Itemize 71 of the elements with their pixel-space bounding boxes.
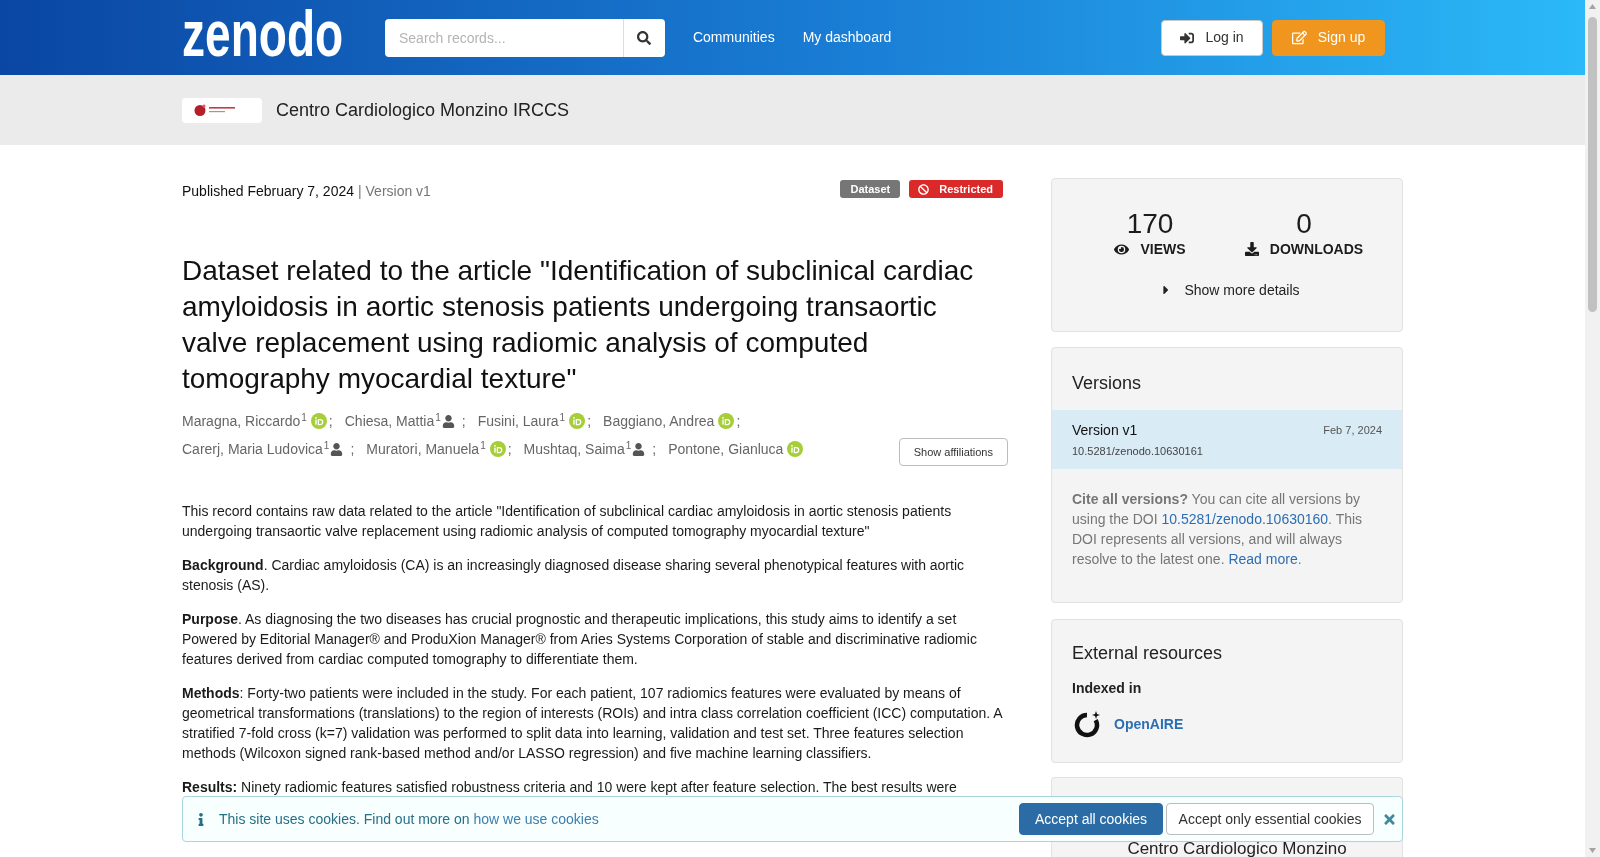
orcid-icon[interactable] [787, 441, 804, 457]
sign-in-icon [1180, 30, 1195, 45]
orcid-icon[interactable] [569, 413, 586, 429]
stat-label: DOWNLOADS [1269, 241, 1364, 257]
person-icon [632, 442, 646, 456]
close-icon [1382, 811, 1396, 827]
separator: ; [507, 439, 512, 459]
author-name[interactable]: Muratori, Manuela$^{1}$ [366, 439, 486, 459]
author-name[interactable]: Chiesa, Mattia$^{1}$ [344, 411, 441, 431]
indexed-in-label: Indexed in [1072, 679, 1143, 698]
show-affiliations-button[interactable]: Show affiliations [898, 438, 1008, 466]
edit-icon [1291, 30, 1307, 45]
separator: ; [652, 439, 657, 459]
cite-all-versions-note: Cite all versions? You can cite all versions by using the DOI 10.5281/zenodo.10630160. This DOI represents all versions, and will always resolve to the latest one. Read more. [1071, 490, 1364, 569]
orcid-icon[interactable] [310, 413, 327, 429]
orcid-icon[interactable] [489, 441, 506, 457]
search-button[interactable] [622, 18, 665, 57]
community-card-title[interactable]: Centro Cardiologico Monzino [1127, 840, 1347, 857]
search-field[interactable]: Search records... [384, 18, 623, 57]
scrollbar[interactable] [1585, 0, 1600, 857]
community-logo[interactable] [182, 97, 262, 123]
search-icon [637, 30, 652, 45]
stat-label: VIEWS [1140, 241, 1186, 257]
accept-all-button[interactable]: Accept all cookies [1019, 803, 1163, 835]
author-name[interactable]: Mushtaq, Saima$^{1}$ [523, 439, 632, 459]
cookie-notice: This site uses cookies. Find out more on how we use cookies [219, 810, 599, 829]
orcid-icon[interactable] [718, 413, 735, 429]
external-resources-heading: External resources [1072, 642, 1224, 665]
indexed-in-link[interactable]: OpenAIRE [1114, 713, 1184, 735]
separator: ; [350, 439, 355, 459]
version-date: Feb 7, 2024 [1323, 423, 1382, 438]
description-paragraph: Purpose. As diagnosing the two diseases has crucial prognostic and therapeutic implications, this study aims to identify a set Powered by Editorial Manager® and ProduXion Manager® from Aries Systems Corporation of stable and discriminative radiomic features derived from cardiac computed tomography to differentiate them. [182, 610, 978, 669]
author-name[interactable]: Baggiano, Andrea [603, 411, 715, 431]
person-icon [441, 414, 455, 428]
show-details-toggle[interactable]: Show more details [1162, 280, 1300, 300]
record-title: Dataset related to the article "Identification of subclinical cardiac amyloidosis in aortic stenosis patients undergoing transaortic valve replacement using radiomic analysis of computed tomography myocardial texture" [182, 254, 975, 396]
read-more-link[interactable]: Read more [1228, 551, 1298, 567]
publication-date: Published February 7, 2024 [182, 181, 354, 201]
access-badge: Restricted [909, 180, 1003, 198]
login-button[interactable]: Log in [1161, 19, 1263, 56]
separator: ; [736, 411, 741, 431]
version-doi: 10.5281/zenodo.10630161 [1072, 444, 1203, 459]
site-logo[interactable]: zenodo [182, 2, 344, 65]
stat-value: 170 [1126, 208, 1174, 240]
accept-essential-button[interactable]: Accept only essential cookies [1166, 803, 1374, 835]
separator: ; [328, 411, 333, 431]
description-paragraph: This record contains raw data related to the article "Identification of subclinical cardiac amyloidosis in aortic stenosis patients undergoing transaortic valve replacement using radiomic analysis of computed tomography myocardial texture" [182, 502, 953, 541]
description-paragraph: Methods: Forty-two patients were included in the study. For each patient, 107 radiomics features were evaluated by means of geometrical transformations (translations) to the region of interests (ROIs) and intra class correlation coefficient (ICC) computation. A stratified 7-fold cross (k=7) validation was performed to split data into learning, validation and test set. Three features selection methods (Wilcoxon signed rank-based method and/or LASSO regression) and five machine learning classifiers. [182, 684, 1004, 763]
download-icon [1244, 242, 1259, 256]
author-name[interactable]: Fusini, Laura$^{1}$ [477, 411, 566, 431]
author-name[interactable]: Pontone, Gianluca [668, 439, 784, 459]
nav-link[interactable]: My dashboard [802, 26, 892, 47]
resource-type-badge: Dataset [840, 180, 901, 198]
person-icon [330, 442, 344, 456]
version-item[interactable]: Version v1 10.5281/zenodo.10630161 Feb 7, 2024 [1052, 410, 1402, 469]
ban-icon [918, 183, 930, 195]
description-paragraph: Background. Cardiac amyloidosis (CA) is an increasingly diagnosed disease sharing several phenotypical features with aortic stenosis (AS). [182, 556, 966, 595]
nav-link[interactable]: Communities [692, 26, 775, 47]
cookie-policy-link[interactable]: how we use cookies [473, 811, 599, 827]
author-name[interactable]: Maragna, Riccardo$^{1}$ [182, 411, 307, 431]
description-paragraph: Results: Ninety radiomic features satisfied robustness criteria and 10 were kept after feature selection. The best results were [182, 778, 958, 797]
version-name: Version v1 [1072, 421, 1139, 440]
version-label: | Version v1 [358, 181, 431, 201]
community-name[interactable]: Centro Cardiologico Monzino IRCCS [276, 98, 570, 122]
versions-heading: Versions [1071, 372, 1143, 395]
separator: ; [587, 411, 592, 431]
ring-logo-icon [1074, 710, 1101, 738]
stat-value: 0 [1296, 208, 1312, 240]
author-name[interactable]: Carerj, Maria Ludovica$^{1}$ [182, 439, 330, 459]
doi-link[interactable]: 10.5281/zenodo.10630160 [1161, 511, 1329, 527]
separator: ; [461, 411, 466, 431]
